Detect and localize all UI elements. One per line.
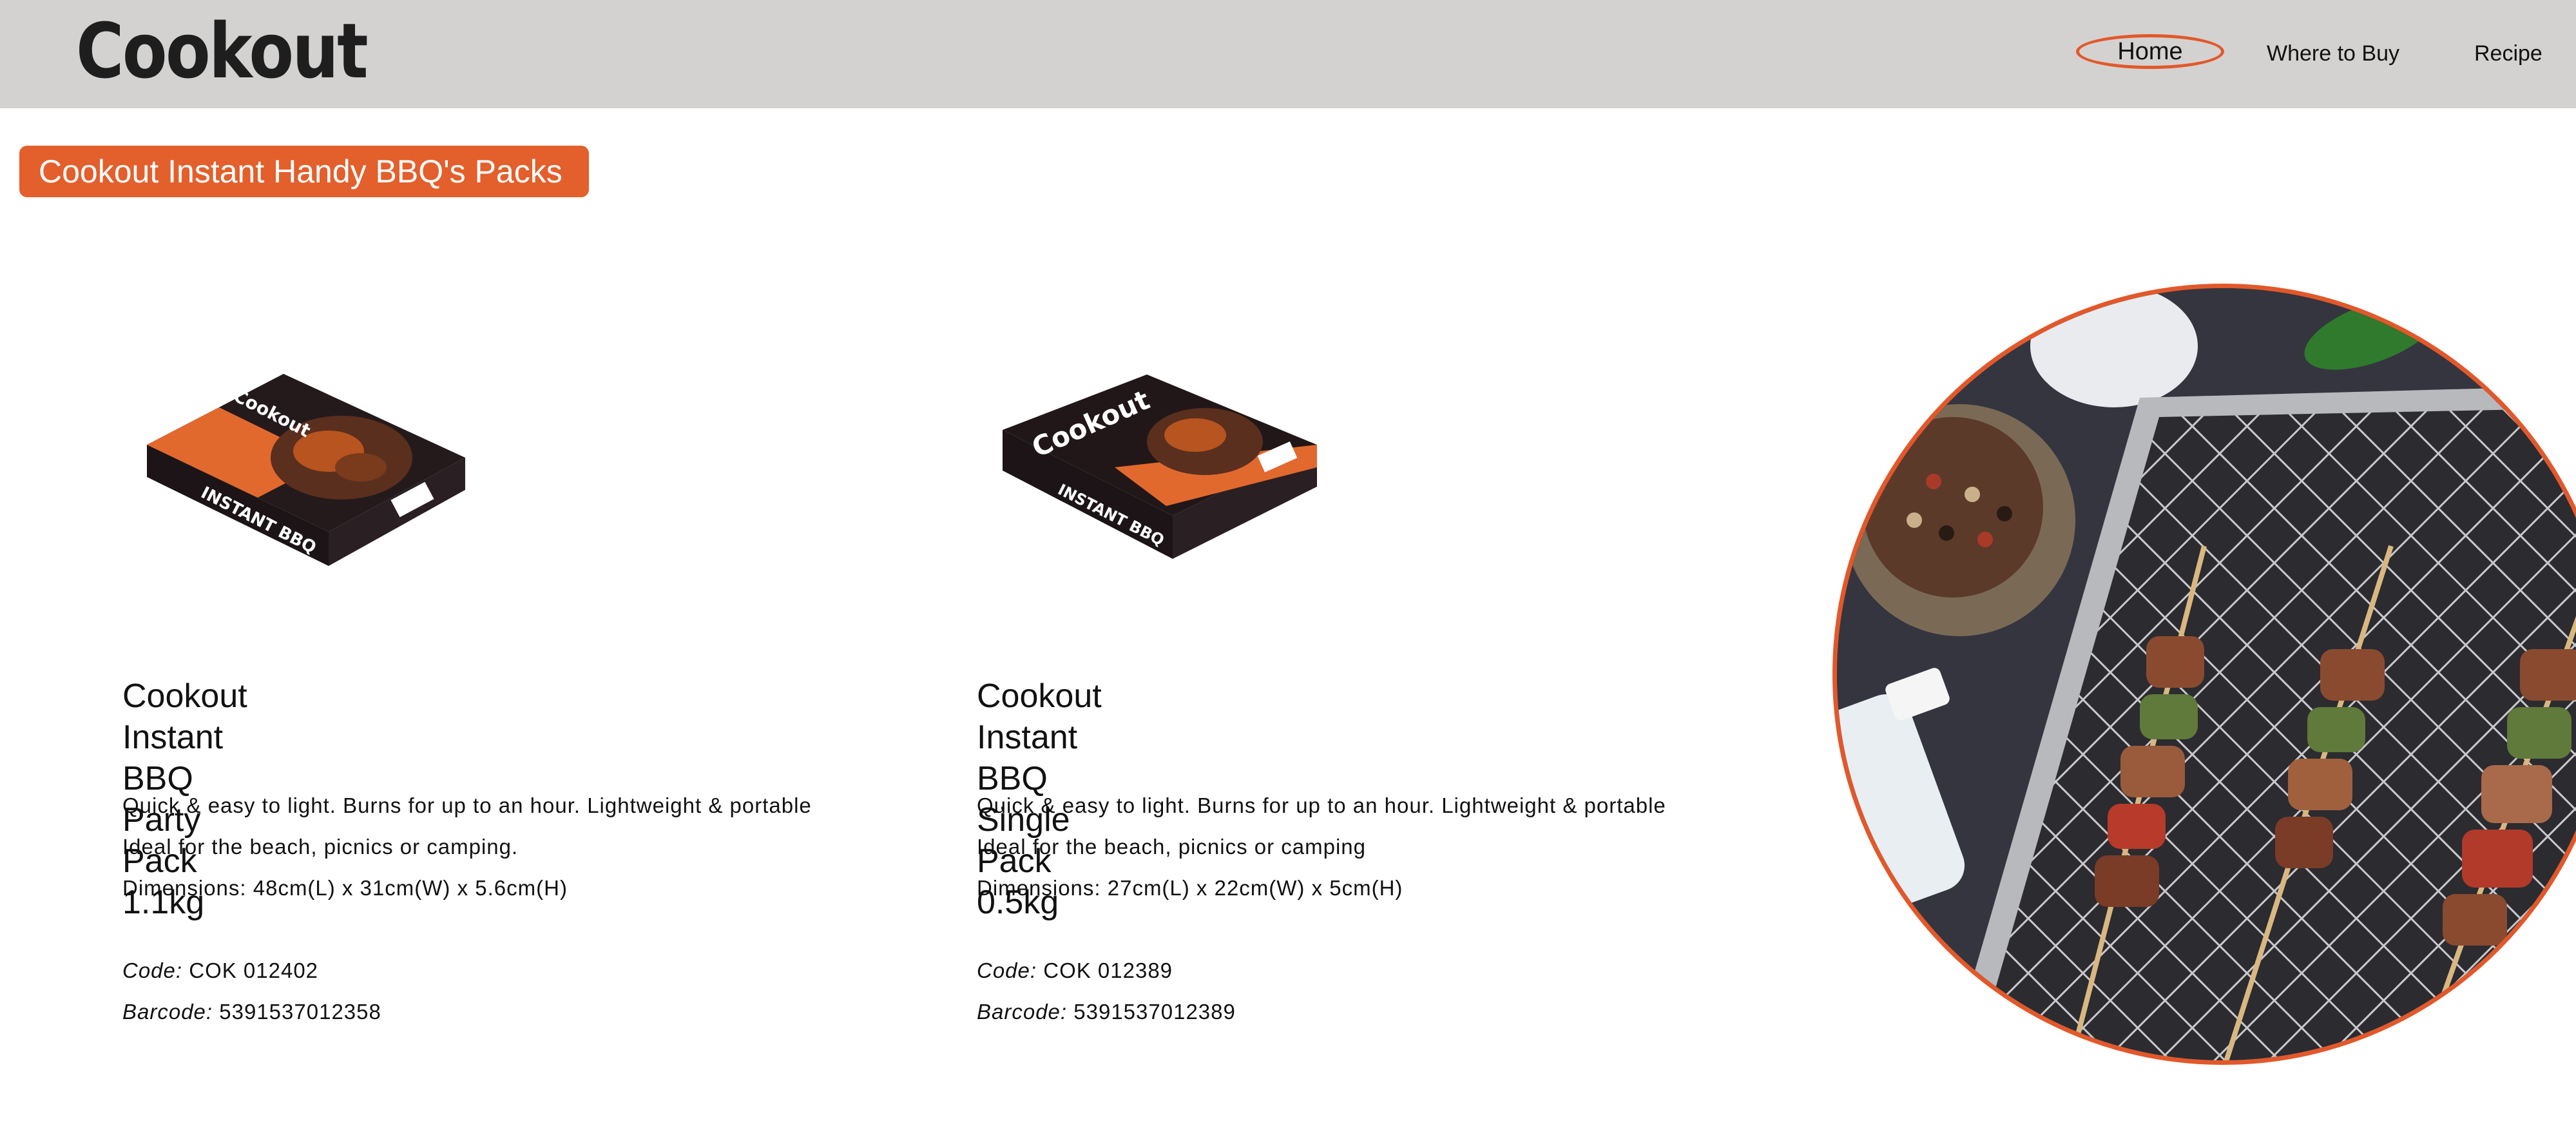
product-title-line1: Cookout Instant BBQ	[122, 677, 247, 797]
code-value: COK 012389	[1043, 958, 1173, 982]
product-code: Code: COK 012389	[977, 950, 1236, 991]
code-label: Code:	[122, 958, 183, 982]
barcode-value: 5391537012389	[1073, 1000, 1236, 1024]
barcode-label: Barcode:	[977, 1000, 1068, 1024]
hero-image-clip	[1832, 284, 2576, 1065]
product-image-party-pack: Cookout INSTANT BBQ	[147, 374, 465, 566]
hero-image	[1832, 284, 2576, 1065]
nav-recipe[interactable]: Recipe	[2474, 37, 2542, 70]
product-code: Code: COK 012402	[122, 950, 381, 991]
code-value: COK 012402	[189, 958, 319, 982]
product-dimensions: Dimensions: 48cm(L) x 31cm(W) x 5.6cm(H)	[122, 876, 568, 900]
code-label: Code:	[977, 958, 1037, 982]
logo[interactable]: Cookout	[76, 3, 369, 99]
product-dimensions: Dimensions: 27cm(L) x 22cm(W) x 5cm(H)	[977, 876, 1403, 900]
product-barcode: Barcode: 5391537012358	[122, 991, 381, 1033]
product-desc-line1: Quick & easy to light. Burns for up to a…	[977, 793, 1666, 817]
product-desc-line2: Ideal for the beach, picnics or camping.	[122, 835, 519, 859]
product-desc-line2: Ideal for the beach, picnics or camping	[977, 835, 1366, 859]
nav-where-to-buy[interactable]: Where to Buy	[2267, 37, 2399, 70]
section-title-badge: Cookout Instant Handy BBQ's Packs	[19, 146, 589, 197]
product-desc-line1: Quick & easy to light. Burns for up to a…	[122, 793, 812, 817]
site-header: Cookout Home Where to Buy Recipe	[0, 0, 2576, 108]
product-barcode: Barcode: 5391537012389	[977, 991, 1236, 1033]
barcode-label: Barcode:	[122, 1000, 213, 1024]
nav-home[interactable]: Home	[2076, 34, 2224, 69]
barcode-value: 5391537012358	[219, 1000, 381, 1024]
product-image-single-pack: Cookout INSTANT BBQ	[1003, 374, 1317, 559]
product-title-line1: Cookout Instant BBQ	[977, 677, 1102, 797]
bbq-skewers-photo	[1837, 288, 2576, 1060]
